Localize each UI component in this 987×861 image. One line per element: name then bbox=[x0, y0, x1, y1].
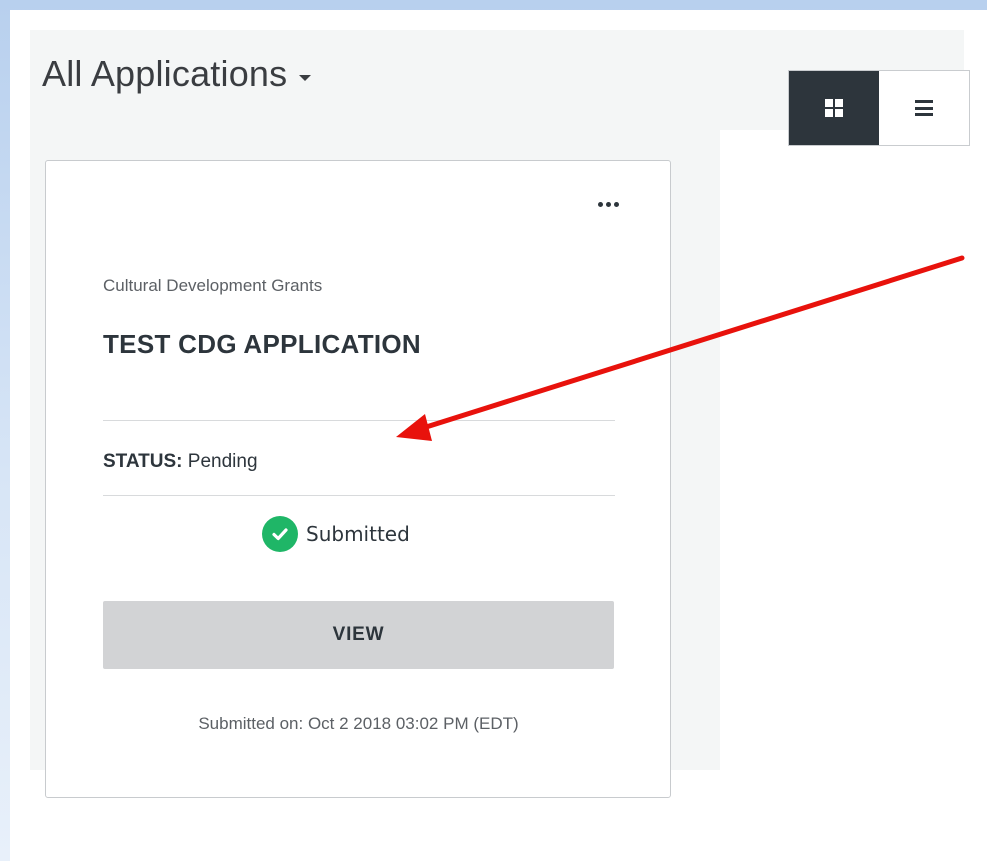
check-circle-icon bbox=[262, 516, 298, 552]
view-button[interactable]: VIEW bbox=[103, 601, 614, 669]
status-label: STATUS: bbox=[103, 451, 183, 472]
application-title: TEST CDG APPLICATION bbox=[103, 329, 421, 359]
status-line: STATUS: Pending bbox=[103, 451, 258, 473]
list-icon bbox=[915, 100, 933, 116]
submitted-date: Submitted on: Oct 2 2018 03:02 PM (EDT) bbox=[198, 714, 519, 733]
more-options-icon[interactable] bbox=[598, 202, 619, 207]
divider bbox=[103, 495, 615, 496]
list-view-button[interactable] bbox=[879, 71, 969, 145]
applications-filter-dropdown[interactable]: All Applications bbox=[42, 53, 312, 95]
view-toggle bbox=[788, 70, 970, 146]
submitted-badge: Submitted bbox=[262, 515, 410, 553]
status-value: Pending bbox=[187, 451, 258, 472]
page-title: All Applications bbox=[42, 53, 288, 94]
submitted-label: Submitted bbox=[306, 522, 410, 546]
program-name: Cultural Development Grants bbox=[103, 276, 323, 295]
divider bbox=[103, 420, 615, 421]
caret-down-icon bbox=[299, 75, 312, 81]
application-card bbox=[45, 160, 671, 798]
grid-view-button[interactable] bbox=[789, 71, 879, 145]
grid-icon bbox=[825, 99, 843, 117]
